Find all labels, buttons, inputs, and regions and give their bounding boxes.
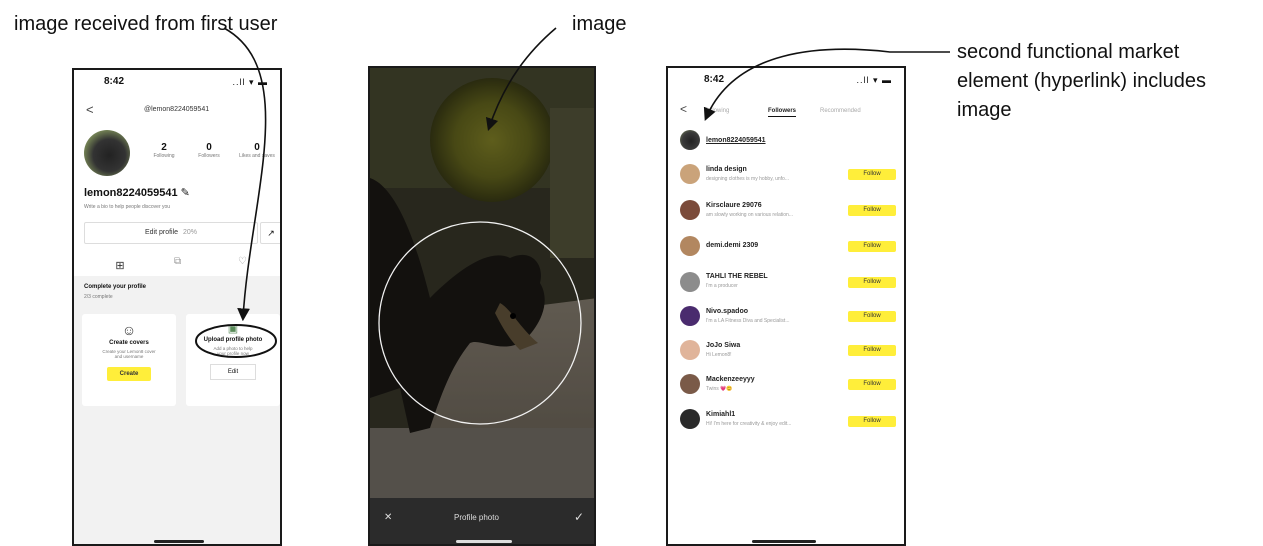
status-icons: ..ll ▾ ▬ <box>232 77 268 87</box>
crop-dim-overlay <box>370 68 594 498</box>
follower-name[interactable]: TAHLI THE REBEL <box>706 273 768 280</box>
profile-username: lemon8224059541 ✎ <box>84 186 190 199</box>
follower-name[interactable]: demi.demi 2309 <box>706 242 758 249</box>
photo-icon: ▣ <box>227 323 239 335</box>
person-icon: ☺ <box>121 322 137 338</box>
tab-following[interactable]: Following <box>704 108 729 114</box>
stat-likes[interactable]: 0 Likes and saves <box>234 142 280 159</box>
collections-icon: ⧉ <box>174 256 182 267</box>
callout-right-label-line1: second functional market <box>957 41 1180 63</box>
tab-recommended[interactable]: Recommended <box>820 108 861 114</box>
follower-name[interactable]: linda design <box>706 166 747 173</box>
follower-bio: Hi! I'm here for creativity & enjoy edit… <box>706 421 792 427</box>
follower-name[interactable]: Nivo.spadoo <box>706 308 748 315</box>
back-icon[interactable]: < <box>680 102 687 116</box>
top-user-avatar[interactable] <box>680 130 700 150</box>
follower-bio: I'm a LA Fitness Diva and Specialist... <box>706 318 790 324</box>
top-user-link[interactable]: lemon8224059541 <box>706 137 766 144</box>
profile-handle: @lemon8224059541 <box>144 106 210 113</box>
stat-likes-label: Likes and saves <box>239 153 275 159</box>
heart-icon: ♡ <box>238 256 247 267</box>
phone-photo-crop-screen: ✕ Profile photo ✓ <box>368 66 596 546</box>
follower-name[interactable]: Kirsclaure 29076 <box>706 202 762 209</box>
tab-likes[interactable]: ♡ <box>238 256 247 267</box>
follower-avatar[interactable] <box>680 236 700 256</box>
crop-photo-canvas <box>370 68 594 544</box>
complete-profile-title: Complete your profile <box>84 284 147 290</box>
profile-avatar[interactable] <box>84 130 130 176</box>
follow-button[interactable]: Follow <box>848 205 896 216</box>
follower-bio: am slowly working on various relation... <box>706 212 793 218</box>
follow-button[interactable]: Follow <box>848 241 896 252</box>
profile-photo-title: Profile photo <box>454 513 499 522</box>
upload-photo-desc-2: your profile now <box>217 351 249 356</box>
complete-profile-section: Complete your profile 2/3 complete ☺ Cre… <box>74 276 280 544</box>
close-icon[interactable]: ✕ <box>384 512 392 523</box>
home-indicator <box>154 540 204 543</box>
stat-followers[interactable]: 0 Followers <box>189 142 229 159</box>
follower-avatar[interactable] <box>680 340 700 360</box>
create-covers-desc-2: and username <box>114 354 144 359</box>
share-icon: ↗ <box>267 228 275 238</box>
share-button[interactable]: ↗ <box>260 222 280 244</box>
stat-likes-count: 0 <box>254 142 260 153</box>
status-time: 8:42 <box>704 74 725 85</box>
edit-profile-badge: 20% <box>183 229 198 236</box>
follow-button[interactable]: Follow <box>848 169 896 180</box>
follow-button[interactable]: Follow <box>848 416 896 427</box>
stat-followers-count: 0 <box>206 142 212 153</box>
follow-button[interactable]: Follow <box>848 345 896 356</box>
follower-avatar[interactable] <box>680 409 700 429</box>
upload-photo-card: ▣ Upload profile photo Add a photo to he… <box>186 314 280 406</box>
edit-profile-label: Edit profile <box>144 229 179 236</box>
tab-followers[interactable]: Followers <box>768 108 797 117</box>
phone-profile-screen: 8:42 ..ll ▾ ▬ < @lemon8224059541 2 Follo… <box>72 68 282 546</box>
follower-bio: Twins 💗😊 <box>706 386 733 392</box>
home-indicator <box>752 540 816 543</box>
callout-right-label-line3: image <box>957 99 1012 121</box>
callout-middle-label: image <box>572 13 627 35</box>
crop-bottom-bar <box>370 498 594 544</box>
profile-bio[interactable]: Write a bio to help people discover you <box>84 204 170 210</box>
edit-profile-button[interactable]: Edit profile 20% <box>84 222 258 244</box>
grid-icon: ⊞ <box>115 260 125 272</box>
callout-left-label: image received from first user <box>14 13 278 35</box>
create-button[interactable]: Create <box>107 367 151 381</box>
callout-right-label-line2: element (hyperlink) includes <box>957 70 1207 92</box>
status-icons: ..ll ▾ ▬ <box>856 75 892 85</box>
tab-followers-label: Followers <box>768 108 797 114</box>
follower-bio: I'm a producer <box>706 283 738 289</box>
create-covers-card: ☺ Create covers Create your Lemon8 cover… <box>82 314 176 406</box>
follower-name[interactable]: Kimiahl1 <box>706 411 735 418</box>
follow-button[interactable]: Follow <box>848 311 896 322</box>
stat-followers-label: Followers <box>198 153 220 159</box>
create-covers-title: Create covers <box>109 340 149 346</box>
tab-followers-underline <box>768 116 797 117</box>
upload-photo-title[interactable]: Upload profile photo <box>186 337 280 343</box>
follower-avatar[interactable] <box>680 164 700 184</box>
follower-avatar[interactable] <box>680 374 700 394</box>
follower-name[interactable]: JoJo Siwa <box>706 342 740 349</box>
confirm-check-icon[interactable]: ✓ <box>574 510 584 524</box>
follower-avatar[interactable] <box>680 306 700 326</box>
follow-button[interactable]: Follow <box>848 277 896 288</box>
follower-bio: designing clothes is my hobby, unfo... <box>706 176 790 182</box>
complete-profile-progress: 2/3 complete <box>84 294 113 300</box>
follower-avatar[interactable] <box>680 272 700 292</box>
status-time: 8:42 <box>104 76 125 87</box>
profile-username-text: lemon8224059541 <box>84 187 178 199</box>
stat-following-label: Following <box>153 153 175 159</box>
stat-following[interactable]: 2 Following <box>144 142 184 159</box>
stat-following-count: 2 <box>161 142 167 153</box>
pencil-icon[interactable]: ✎ <box>181 187 190 199</box>
follower-avatar[interactable] <box>680 200 700 220</box>
home-indicator <box>456 540 512 543</box>
follower-name[interactable]: Mackenzeeyyy <box>706 376 755 383</box>
edit-photo-button[interactable]: Edit <box>210 364 256 380</box>
follow-button[interactable]: Follow <box>848 379 896 390</box>
back-icon[interactable]: < <box>86 102 94 117</box>
phone-followers-screen: 8:42 ..ll ▾ ▬ < Following Followers Reco… <box>666 66 906 546</box>
tab-collections[interactable]: ⧉ <box>174 256 181 267</box>
follower-bio: Hi Lemon8! <box>706 352 732 358</box>
